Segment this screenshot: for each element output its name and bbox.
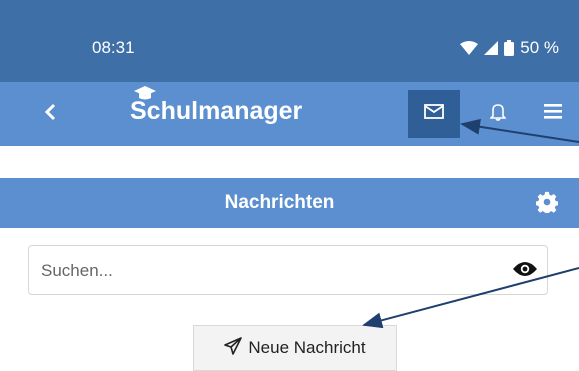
status-time: 08:31 — [92, 38, 135, 57]
new-message-label: Neue Nachricht — [248, 338, 366, 357]
eye-icon — [513, 262, 537, 281]
back-button[interactable] — [38, 98, 62, 130]
battery-icon — [504, 40, 515, 56]
notifications-button[interactable] — [486, 98, 510, 130]
gear-icon — [535, 191, 559, 217]
send-icon — [224, 336, 243, 360]
messages-button[interactable] — [408, 90, 460, 138]
visibility-toggle[interactable] — [513, 261, 537, 279]
status-bar: 08:31 50 % — [0, 0, 579, 82]
cell-signal-icon — [484, 41, 499, 55]
app-title: Schulmanager — [130, 97, 303, 125]
wifi-icon — [460, 41, 479, 55]
search-input[interactable] — [29, 246, 503, 296]
messages-header: Nachrichten — [0, 178, 579, 228]
status-indicators: 50 % — [460, 38, 559, 58]
app-bar: Schulmanager — [0, 82, 579, 146]
back-chevron-icon — [44, 103, 56, 126]
mail-icon — [424, 104, 444, 124]
bell-icon — [489, 103, 507, 126]
section-title: Nachrichten — [224, 192, 335, 213]
menu-button[interactable] — [540, 98, 566, 130]
battery-level: 50 % — [520, 38, 559, 57]
settings-button[interactable] — [535, 191, 560, 217]
new-message-button[interactable]: Neue Nachricht — [193, 325, 397, 371]
search-box — [28, 245, 548, 296]
menu-icon — [544, 104, 562, 124]
